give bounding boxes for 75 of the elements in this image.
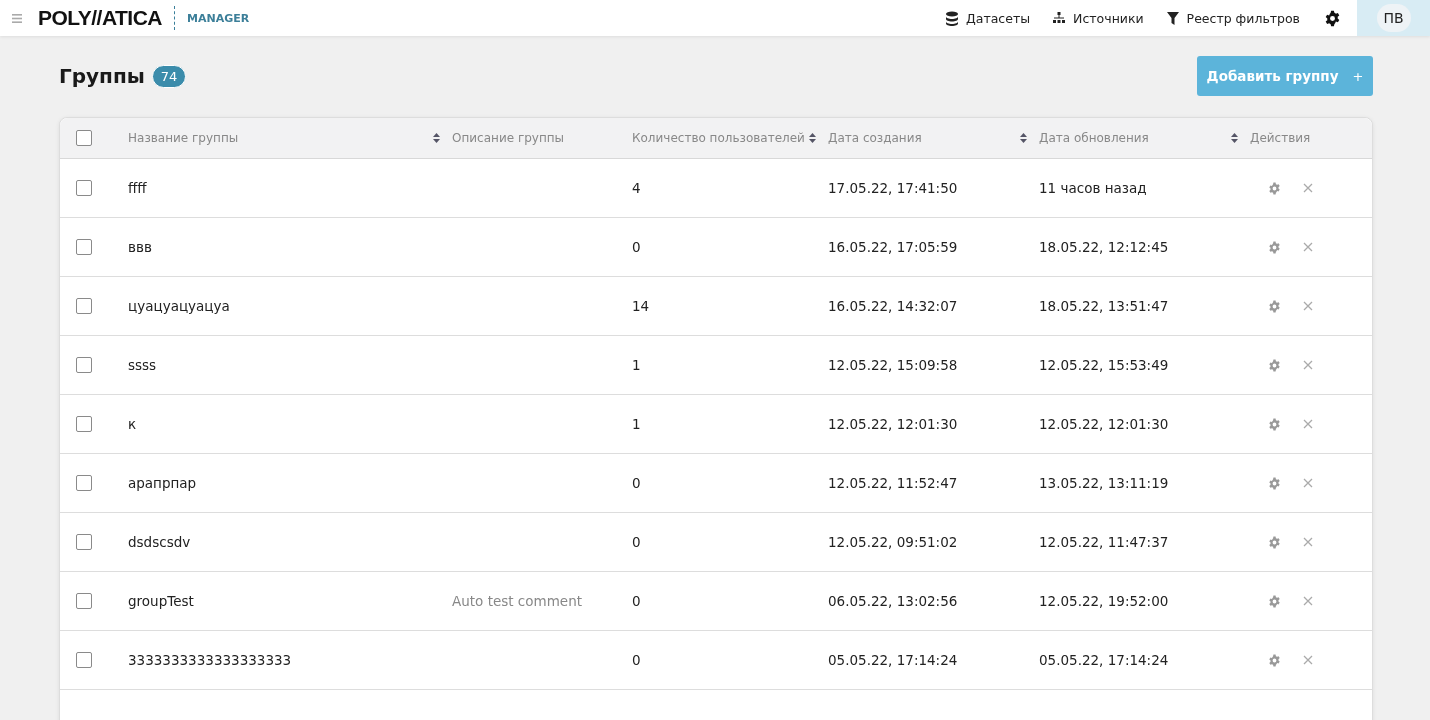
table-cell: 0 bbox=[632, 593, 641, 609]
sort-icon[interactable] bbox=[433, 133, 440, 143]
table-cell: 0 bbox=[632, 475, 641, 491]
table-cell: 16.05.22, 14:32:07 bbox=[828, 298, 958, 314]
nav-link[interactable]: Датасеты bbox=[945, 10, 1031, 26]
table-cell: Auto test comment bbox=[452, 593, 582, 609]
logo[interactable]: POLY//ATICA bbox=[38, 6, 163, 30]
table-cell: ввв bbox=[128, 239, 152, 255]
table-cell: 0 bbox=[632, 534, 641, 550]
table-cell: 12.05.22, 11:52:47 bbox=[828, 475, 958, 491]
nav-link[interactable]: Реестр фильтров bbox=[1165, 10, 1300, 26]
close-icon[interactable] bbox=[1303, 242, 1313, 252]
checkbox[interactable] bbox=[76, 357, 92, 373]
table-cell: 12.05.22, 12:01:30 bbox=[828, 416, 958, 432]
table-cell: 13.05.22, 13:11:19 bbox=[1039, 475, 1169, 491]
table-cell: ffff bbox=[128, 180, 147, 196]
checkbox[interactable] bbox=[76, 416, 92, 432]
table-cell: 18.05.22, 13:51:47 bbox=[1039, 298, 1169, 314]
table-cell: 17.05.22, 17:41:50 bbox=[828, 180, 958, 196]
close-icon[interactable] bbox=[1303, 655, 1313, 665]
checkbox[interactable] bbox=[76, 652, 92, 668]
column-header: Описание группы bbox=[452, 131, 565, 145]
product-name: MANAGER bbox=[187, 11, 250, 25]
checkbox[interactable] bbox=[76, 593, 92, 609]
database-icon bbox=[945, 10, 959, 26]
close-icon[interactable] bbox=[1303, 301, 1313, 311]
table-cell: groupTest bbox=[128, 593, 194, 609]
table-cell: 0 bbox=[632, 239, 641, 255]
table-cell: 0 bbox=[632, 652, 641, 668]
hierarchy-icon bbox=[1052, 10, 1067, 26]
page-title: Группы bbox=[59, 64, 145, 88]
checkbox[interactable] bbox=[76, 180, 92, 196]
table-cell: арапрпар bbox=[128, 475, 197, 491]
table-cell: 11 часов назад bbox=[1039, 180, 1147, 196]
table-cell: dsdscsdv bbox=[128, 534, 191, 550]
table-cell: 1 bbox=[632, 357, 641, 373]
close-icon[interactable] bbox=[1303, 360, 1313, 370]
close-icon[interactable] bbox=[1303, 596, 1313, 606]
table-cell: 18.05.22, 12:12:45 bbox=[1039, 239, 1169, 255]
table-cell: 12.05.22, 12:01:30 bbox=[1039, 416, 1169, 432]
sort-icon[interactable] bbox=[1020, 133, 1027, 143]
menu-icon[interactable] bbox=[12, 13, 22, 23]
close-icon[interactable] bbox=[1303, 183, 1313, 193]
checkbox[interactable] bbox=[76, 239, 92, 255]
table-cell: 16.05.22, 17:05:59 bbox=[828, 239, 958, 255]
close-icon[interactable] bbox=[1303, 478, 1313, 488]
settings-icon[interactable] bbox=[1324, 9, 1341, 27]
column-header: Действия bbox=[1250, 131, 1311, 145]
nav-link[interactable]: Источники bbox=[1052, 10, 1144, 26]
close-icon[interactable] bbox=[1303, 419, 1313, 429]
table-cell: 12.05.22, 09:51:02 bbox=[828, 534, 958, 550]
table-cell: 12.05.22, 15:53:49 bbox=[1039, 357, 1169, 373]
checkbox[interactable] bbox=[76, 534, 92, 550]
table-cell: 05.05.22, 17:14:24 bbox=[1039, 652, 1169, 668]
table-cell: 12.05.22, 19:52:00 bbox=[1039, 593, 1169, 609]
count-badge: 74 bbox=[151, 64, 187, 88]
checkbox[interactable] bbox=[76, 298, 92, 314]
table-cell: 3333333333333333333 bbox=[128, 652, 292, 668]
table-cell: цуацуацуацуа bbox=[128, 298, 230, 314]
table-cell: 4 bbox=[632, 180, 641, 196]
filter-icon bbox=[1165, 10, 1180, 26]
checkbox[interactable] bbox=[76, 130, 92, 146]
sort-icon[interactable] bbox=[809, 133, 816, 143]
table-cell: 06.05.22, 13:02:56 bbox=[828, 593, 958, 609]
table-cell: 1 bbox=[632, 416, 641, 432]
checkbox[interactable] bbox=[76, 475, 92, 491]
table-cell: к bbox=[128, 416, 137, 432]
close-icon[interactable] bbox=[1303, 537, 1313, 547]
table-cell: 14 bbox=[632, 298, 650, 314]
sort-icon[interactable] bbox=[1231, 133, 1238, 143]
user-avatar[interactable]: ПВ bbox=[1376, 4, 1411, 32]
table-cell: 05.05.22, 17:14:24 bbox=[828, 652, 958, 668]
table-cell: 12.05.22, 11:47:37 bbox=[1039, 534, 1169, 550]
table-cell: ssss bbox=[128, 357, 157, 373]
table-cell: 12.05.22, 15:09:58 bbox=[828, 357, 958, 373]
